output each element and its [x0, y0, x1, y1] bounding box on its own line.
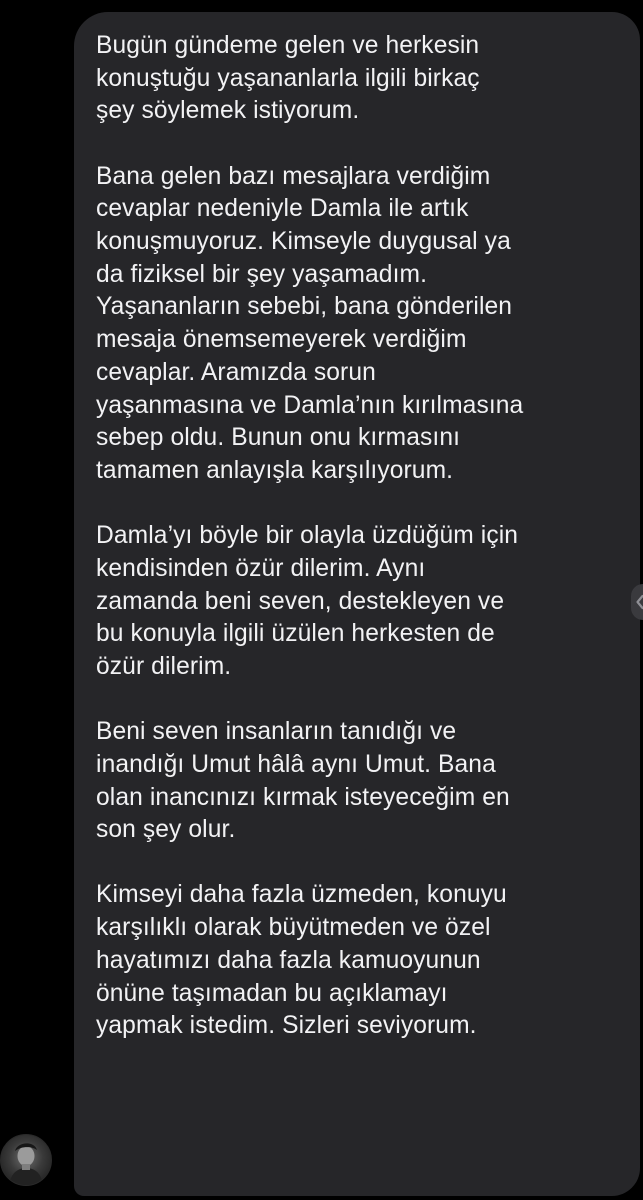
sender-avatar[interactable] [0, 1134, 52, 1186]
reaction-handle[interactable] [631, 584, 643, 620]
chat-area: Bugün gündeme gelen ve herkesin konuştuğ… [0, 0, 643, 1200]
message-paragraph-4: Beni seven insanların tanıdığı ve inandı… [96, 718, 510, 844]
message-paragraph-2: Bana gelen bazı mesajlara verdiğim cevap… [96, 162, 524, 484]
avatar-image-icon [9, 1143, 43, 1185]
message-paragraph-5: Kimseyi daha fazla üzmeden, konuyu karşı… [96, 881, 507, 1040]
chevron-left-icon [636, 594, 643, 610]
message-paragraph-1: Bugün gündeme gelen ve herkesin konuştuğ… [96, 32, 480, 125]
message-text: Bugün gündeme gelen ve herkesin konuştuğ… [96, 30, 596, 1043]
message-paragraph-3: Damla’yı böyle bir olayla üzdüğüm için k… [96, 522, 519, 680]
